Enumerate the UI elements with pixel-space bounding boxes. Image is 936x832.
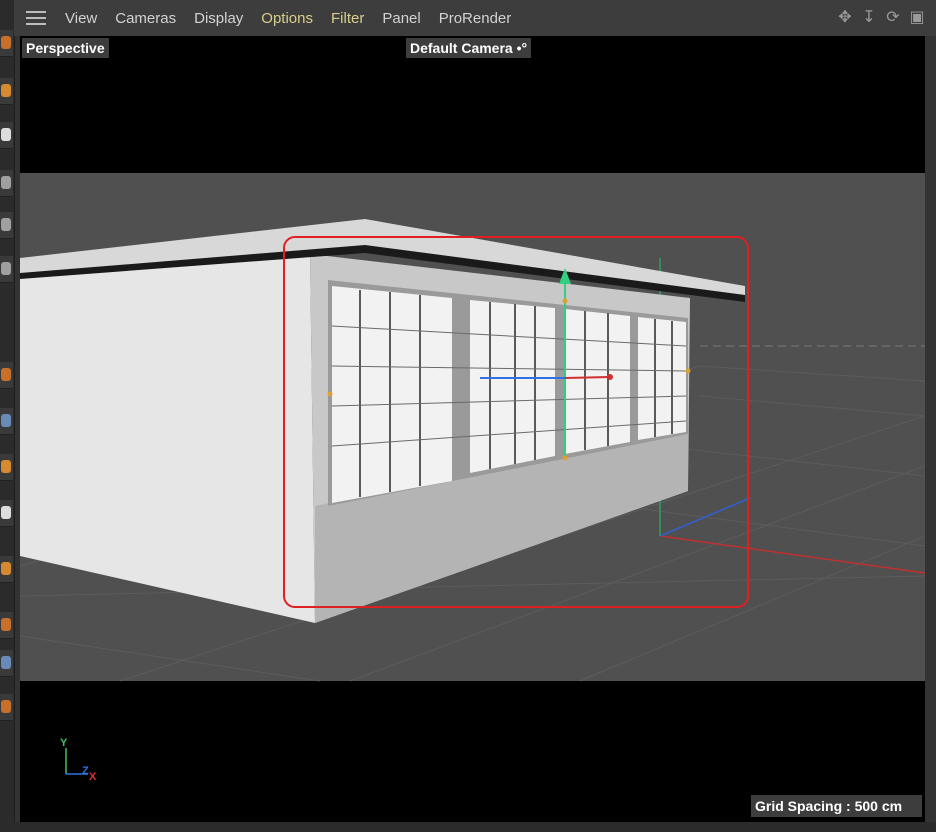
timeline-strip (14, 822, 936, 832)
tool-button[interactable] (0, 256, 13, 283)
tool-button[interactable] (0, 694, 13, 721)
menu-options[interactable]: Options (252, 10, 322, 27)
tool-icon (1, 36, 11, 49)
tool-button[interactable] (0, 78, 13, 105)
rotate-view-icon[interactable]: ⟳ (884, 9, 902, 27)
axis-gizmo: Y Z X (60, 737, 97, 783)
tool-icon (1, 262, 11, 275)
menu-display[interactable]: Display (185, 10, 252, 27)
tool-button[interactable] (0, 212, 13, 239)
zoom-view-icon[interactable]: ↧ (860, 9, 878, 27)
menu-filter[interactable]: Filter (322, 10, 373, 27)
menu-cameras[interactable]: Cameras (106, 10, 185, 27)
tool-icon (1, 84, 11, 97)
move-view-icon[interactable]: ✥ (836, 9, 854, 27)
selection-highlight (283, 236, 749, 608)
tool-button[interactable] (0, 454, 13, 481)
tool-icon (1, 506, 11, 519)
grid-spacing-label: Grid Spacing : 500 cm (751, 795, 923, 817)
tool-button[interactable] (0, 170, 13, 197)
axis-z-label: Z (82, 765, 89, 777)
tool-button[interactable] (0, 612, 13, 639)
maximize-view-icon[interactable]: ▣ (908, 9, 926, 27)
3d-viewport[interactable]: Perspective Default Camera •° Y Z X Grid… (20, 36, 925, 822)
tool-icon (1, 656, 11, 669)
menu-view[interactable]: View (56, 10, 106, 27)
tool-icon (1, 460, 11, 473)
tool-icon (1, 368, 11, 381)
tool-icon (1, 128, 11, 141)
tool-button[interactable] (0, 362, 13, 389)
tool-button[interactable] (0, 500, 13, 527)
camera-name-label[interactable]: Default Camera •° (406, 38, 532, 58)
tool-icon (1, 700, 11, 713)
viewport-menu-bar: View Cameras Display Options Filter Pane… (14, 0, 936, 36)
hamburger-icon[interactable] (26, 11, 46, 25)
viewport-controls: ✥ ↧ ⟳ ▣ (836, 9, 926, 27)
tool-button[interactable] (0, 650, 13, 677)
tool-button[interactable] (0, 408, 13, 435)
tool-icon (1, 562, 11, 575)
axis-x-label: X (89, 771, 97, 783)
view-name-label[interactable]: Perspective (22, 38, 109, 58)
tool-icon (1, 414, 11, 427)
axis-y-label: Y (60, 737, 68, 749)
tool-button[interactable] (0, 122, 13, 149)
menu-prorender[interactable]: ProRender (430, 10, 521, 27)
tool-button[interactable] (0, 556, 13, 583)
tool-icon (1, 618, 11, 631)
tool-button[interactable] (0, 30, 13, 57)
tool-icon (1, 218, 11, 231)
menu-panel[interactable]: Panel (373, 10, 429, 27)
tool-icon (1, 176, 11, 189)
left-toolbar (0, 0, 15, 832)
